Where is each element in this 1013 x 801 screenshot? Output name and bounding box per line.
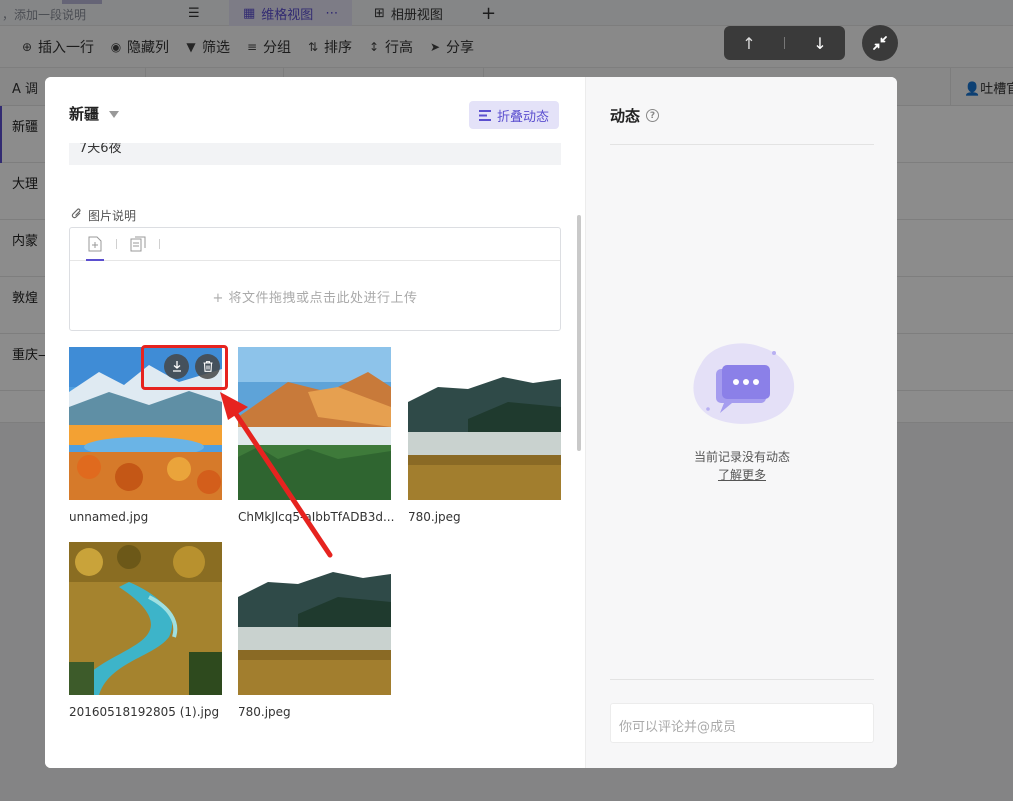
fold-button-label: 折叠动态 bbox=[497, 109, 550, 125]
comment-input[interactable]: 你可以评论并@成员 bbox=[610, 703, 874, 743]
tab-separator bbox=[159, 239, 160, 249]
caret-down-icon[interactable] bbox=[109, 111, 120, 118]
empty-state-text: 当前记录没有动态 bbox=[693, 450, 790, 464]
record-expand-modal: 新疆 折叠动态 7天6夜 图片说明 + 将文件拖拽或点击此处进行上传 unnam… bbox=[45, 77, 897, 768]
river-forest-image bbox=[69, 542, 222, 695]
field-value-box[interactable]: 7天6夜 bbox=[69, 143, 561, 165]
image-filename: 780.jpeg bbox=[238, 705, 291, 719]
empty-chat-illustration bbox=[686, 339, 798, 433]
fold-lines-icon bbox=[479, 109, 491, 121]
upload-dropzone[interactable]: + 将文件拖拽或点击此处进行上传 bbox=[69, 227, 561, 331]
previous-record-icon[interactable]: ↑ bbox=[734, 34, 764, 53]
divider bbox=[610, 679, 874, 680]
image-filename: 780.jpeg bbox=[408, 510, 461, 524]
image-thumbnail[interactable] bbox=[238, 542, 391, 695]
upload-hint: + 将文件拖拽或点击此处进行上传 bbox=[212, 291, 418, 306]
activity-title-row: 动态 ? bbox=[610, 105, 660, 126]
annotation-highlight-box bbox=[141, 345, 228, 390]
divider bbox=[610, 144, 874, 145]
image-thumbnail[interactable] bbox=[238, 347, 391, 500]
grassland-lake-image bbox=[408, 347, 561, 500]
grassland-lake-image bbox=[238, 542, 391, 695]
paperclip-icon bbox=[71, 208, 83, 223]
record-title-row: 新疆 bbox=[69, 103, 120, 124]
nav-separator bbox=[784, 37, 785, 49]
image-thumbnail[interactable] bbox=[408, 347, 561, 500]
image-thumbnail[interactable] bbox=[69, 542, 222, 695]
image-filename: ChMkJlcq5-aIbbTfADB3d... bbox=[238, 510, 395, 524]
image-filename: 20160518192805 (1).jpg bbox=[69, 705, 220, 719]
activity-title: 动态 bbox=[610, 107, 641, 125]
activity-panel: 动态 ? 当前记录没有动态 了解更多 你可以评论并@成员 bbox=[585, 77, 897, 768]
collapse-icon[interactable] bbox=[862, 25, 898, 61]
learn-more-link[interactable]: 了解更多 bbox=[586, 466, 897, 483]
scrollbar[interactable] bbox=[577, 215, 581, 451]
paste-icon[interactable] bbox=[129, 235, 147, 253]
fold-activity-button[interactable]: 折叠动态 bbox=[469, 101, 560, 129]
next-record-icon[interactable]: ↓ bbox=[805, 34, 835, 53]
upload-tabs bbox=[70, 228, 560, 261]
mountain-valley-image bbox=[238, 347, 391, 500]
help-icon[interactable]: ? bbox=[646, 109, 660, 122]
record-navigation: ↑ ↓ bbox=[724, 26, 845, 60]
file-upload-icon[interactable] bbox=[86, 235, 104, 261]
attachment-label-text: 图片说明 bbox=[88, 209, 137, 223]
tab-separator bbox=[116, 239, 117, 249]
shrink-arrows-icon bbox=[873, 36, 887, 50]
record-title: 新疆 bbox=[69, 105, 100, 123]
attachment-field-label: 图片说明 bbox=[71, 207, 136, 224]
record-detail-panel: 新疆 折叠动态 7天6夜 图片说明 + 将文件拖拽或点击此处进行上传 unnam… bbox=[45, 77, 585, 768]
image-filename: unnamed.jpg bbox=[69, 510, 149, 524]
